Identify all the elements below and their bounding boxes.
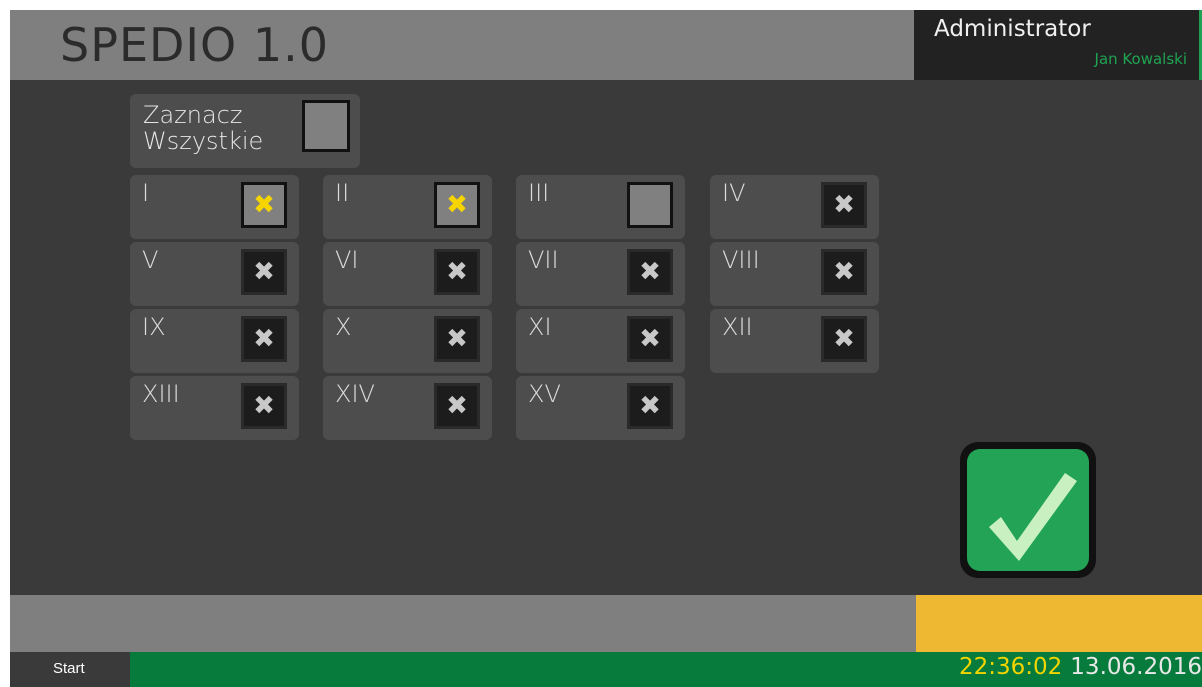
item-checkbox[interactable]: ✖ xyxy=(627,383,673,429)
item-tile[interactable]: II ✖ xyxy=(323,175,492,239)
item-tile[interactable]: IV ✖ xyxy=(710,175,879,239)
select-all-tile[interactable]: Zaznacz Wszystkie xyxy=(130,94,360,168)
x-mark-icon: ✖ xyxy=(253,324,275,354)
item-label: II xyxy=(335,179,350,207)
user-name: Jan Kowalski xyxy=(1094,50,1187,68)
x-mark-icon: ✖ xyxy=(833,324,855,354)
x-mark-icon: ✖ xyxy=(833,257,855,287)
item-checkbox[interactable]: ✖ xyxy=(241,249,287,295)
item-label: VIII xyxy=(722,246,760,274)
item-tile[interactable]: XIV ✖ xyxy=(323,376,492,440)
item-label: XI xyxy=(528,313,552,341)
item-label: I xyxy=(142,179,150,207)
user-panel[interactable]: Administrator Jan Kowalski xyxy=(914,10,1202,80)
item-tile[interactable]: VI ✖ xyxy=(323,242,492,306)
item-label: V xyxy=(142,246,159,274)
item-label: X xyxy=(335,313,352,341)
x-mark-icon: ✖ xyxy=(446,190,468,220)
header-bar: SPEDIO 1.0 xyxy=(10,10,914,80)
checkmark-icon xyxy=(989,473,1077,561)
item-label: IV xyxy=(722,179,746,207)
item-checkbox[interactable]: ✖ xyxy=(821,182,867,228)
taskbar: Start 22:36:02 13.06.2016 xyxy=(10,652,1202,687)
item-tile[interactable]: XII ✖ xyxy=(710,309,879,373)
item-tile[interactable]: XIII ✖ xyxy=(130,376,299,440)
item-checkbox[interactable]: ✖ xyxy=(821,316,867,362)
status-bar xyxy=(10,595,916,652)
select-all-checkbox[interactable] xyxy=(302,100,350,152)
item-tile[interactable]: XI ✖ xyxy=(516,309,685,373)
user-role: Administrator xyxy=(934,16,1091,42)
item-label: XV xyxy=(528,380,561,408)
item-tile[interactable]: VIII ✖ xyxy=(710,242,879,306)
x-mark-icon: ✖ xyxy=(446,324,468,354)
x-mark-icon: ✖ xyxy=(253,391,275,421)
app-title: SPEDIO 1.0 xyxy=(60,18,329,72)
item-label: XIII xyxy=(142,380,180,408)
x-mark-icon: ✖ xyxy=(446,391,468,421)
select-all-label: Zaznacz Wszystkie xyxy=(143,101,264,155)
item-checkbox[interactable] xyxy=(627,182,673,228)
x-mark-icon: ✖ xyxy=(253,257,275,287)
item-checkbox[interactable]: ✖ xyxy=(241,316,287,362)
item-checkbox[interactable]: ✖ xyxy=(821,249,867,295)
item-label: XII xyxy=(722,313,753,341)
item-tile[interactable]: XV ✖ xyxy=(516,376,685,440)
x-mark-icon: ✖ xyxy=(446,257,468,287)
item-tile[interactable]: VII ✖ xyxy=(516,242,685,306)
clock: 22:36:02 13.06.2016 xyxy=(959,654,1202,680)
item-checkbox[interactable]: ✖ xyxy=(434,316,480,362)
item-label: IX xyxy=(142,313,166,341)
item-label: VII xyxy=(528,246,559,274)
start-button-label: Start xyxy=(53,660,85,677)
item-tile[interactable]: III xyxy=(516,175,685,239)
item-tile[interactable]: V ✖ xyxy=(130,242,299,306)
item-checkbox[interactable]: ✖ xyxy=(434,249,480,295)
start-button[interactable]: Start xyxy=(10,652,130,687)
item-checkbox[interactable]: ✖ xyxy=(434,383,480,429)
confirm-button-face[interactable] xyxy=(967,449,1089,571)
item-label: III xyxy=(528,179,550,207)
item-tile[interactable]: IX ✖ xyxy=(130,309,299,373)
item-checkbox[interactable]: ✖ xyxy=(241,182,287,228)
item-tile[interactable]: X ✖ xyxy=(323,309,492,373)
item-checkbox[interactable]: ✖ xyxy=(627,316,673,362)
x-mark-icon: ✖ xyxy=(639,391,661,421)
x-mark-icon: ✖ xyxy=(639,257,661,287)
confirm-button[interactable] xyxy=(960,442,1096,578)
item-checkbox[interactable]: ✖ xyxy=(627,249,673,295)
x-mark-icon: ✖ xyxy=(639,324,661,354)
item-checkbox[interactable]: ✖ xyxy=(241,383,287,429)
status-indicator xyxy=(916,595,1202,652)
app-window: SPEDIO 1.0 Administrator Jan Kowalski Za… xyxy=(10,10,1202,687)
clock-time: 22:36:02 xyxy=(958,654,1063,680)
x-mark-icon: ✖ xyxy=(253,190,275,220)
item-checkbox[interactable]: ✖ xyxy=(434,182,480,228)
x-mark-icon: ✖ xyxy=(833,190,855,220)
item-tile[interactable]: I ✖ xyxy=(130,175,299,239)
clock-date: 13.06.2016 xyxy=(1070,654,1202,680)
item-label: VI xyxy=(335,246,359,274)
item-label: XIV xyxy=(335,380,375,408)
